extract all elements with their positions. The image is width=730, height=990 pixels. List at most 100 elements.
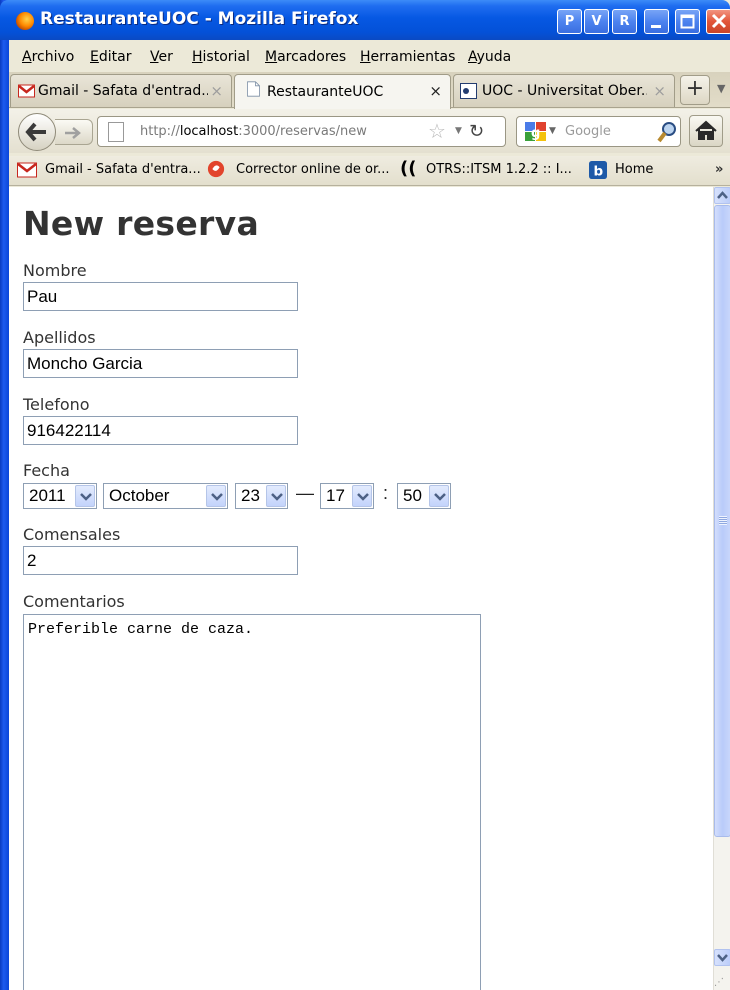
time-separator: :	[383, 483, 389, 503]
fecha-minute-select[interactable]: 50	[397, 483, 451, 509]
apellidos-input[interactable]: Moncho Garcia	[23, 349, 298, 378]
tab-gmail[interactable]: Gmail - Safata d'entrad... ×	[10, 74, 232, 107]
chevron-up-icon	[717, 191, 728, 199]
gmail-icon	[17, 162, 37, 178]
chevron-down-icon[interactable]	[352, 485, 372, 507]
reload-icon[interactable]: ↻	[469, 121, 484, 142]
tab-list-dropdown-icon[interactable]: ▼	[717, 82, 725, 95]
fecha-year-value: 2011	[29, 486, 66, 505]
r-addon-button[interactable]: R	[612, 9, 637, 34]
chevron-down-icon[interactable]	[266, 485, 286, 507]
menu-herramientas[interactable]: Herramientas	[360, 49, 455, 65]
navigation-bar: http://localhost:3000/reservas/new ☆ ▼ ↻…	[9, 109, 730, 153]
search-icon[interactable]	[657, 121, 677, 143]
scroll-down-button[interactable]	[714, 949, 730, 966]
minimize-button[interactable]	[644, 9, 669, 34]
bookmarks-toolbar: Gmail - Safata d'entra... Corrector onli…	[9, 156, 730, 186]
menu-archivo[interactable]: Archivo	[22, 49, 74, 65]
svg-text:g: g	[531, 126, 540, 141]
fecha-hour-select[interactable]: 17	[320, 483, 374, 509]
bookmark-otrs[interactable]: OTRS::ITSM 1.2.2 :: I...	[426, 162, 572, 177]
tab-label: UOC - Universitat Ober...	[482, 83, 647, 99]
bookmark-gmail[interactable]: Gmail - Safata d'entra...	[45, 162, 201, 177]
menu-ayuda[interactable]: Ayuda	[468, 49, 511, 65]
tab-close-icon[interactable]: ×	[429, 82, 442, 100]
google-icon: g	[525, 122, 546, 141]
fecha-day-select[interactable]: 23	[235, 483, 288, 509]
tab-restauranteuoc[interactable]: RestauranteUOC ×	[234, 74, 451, 109]
bookmark-star-icon[interactable]: ☆	[428, 119, 446, 143]
comensales-label: Comensales	[23, 525, 121, 544]
url-bar[interactable]: http://localhost:3000/reservas/new ☆ ▼ ↻	[97, 116, 506, 147]
bookmark-corrector[interactable]: Corrector online de or...	[236, 162, 390, 177]
fecha-minute-value: 50	[403, 486, 422, 505]
tab-bar: Gmail - Safata d'entrad... × Restaurante…	[9, 72, 730, 109]
home-button[interactable]	[689, 115, 723, 147]
resize-grip-icon[interactable]: ⋰	[714, 977, 724, 988]
minimize-icon	[651, 25, 661, 28]
chevron-down-icon[interactable]	[75, 485, 95, 507]
chevron-down-icon	[717, 954, 728, 962]
svg-text:b: b	[594, 163, 604, 179]
url-text[interactable]: http://localhost:3000/reservas/new	[140, 124, 367, 139]
bookmark-home[interactable]: Home	[615, 162, 653, 177]
browser-window: RestauranteUOC - Mozilla Firefox P V R A…	[0, 0, 730, 990]
comentarios-textarea[interactable]: Preferible carne de caza.	[23, 614, 481, 990]
nombre-input[interactable]: Pau	[23, 282, 298, 311]
new-tab-button[interactable]: +	[680, 75, 710, 105]
p-addon-button[interactable]: P	[557, 9, 582, 34]
tab-label: Gmail - Safata d'entrad...	[38, 83, 208, 99]
menu-editar[interactable]: Editar	[90, 49, 131, 65]
tab-label: RestauranteUOC	[267, 84, 384, 100]
apellidos-label: Apellidos	[23, 328, 96, 347]
tab-uoc[interactable]: UOC - Universitat Ober... ×	[453, 74, 675, 107]
forward-arrow-icon	[65, 127, 81, 139]
menu-historial[interactable]: Historial	[192, 49, 250, 65]
home-icon	[695, 120, 717, 140]
uoc-icon	[460, 83, 477, 99]
forward-button[interactable]	[55, 119, 93, 145]
tab-close-icon[interactable]: ×	[653, 82, 666, 100]
fecha-hour-value: 17	[326, 486, 345, 505]
menu-ver[interactable]: Ver	[150, 49, 173, 65]
firefox-icon	[16, 12, 34, 30]
search-input[interactable]: Google	[565, 124, 611, 139]
chevron-down-icon[interactable]	[206, 485, 226, 507]
maximize-icon	[680, 14, 695, 29]
back-button[interactable]	[18, 113, 56, 151]
search-engine-dropdown-icon[interactable]: ▼	[549, 126, 556, 136]
maximize-button[interactable]	[675, 9, 700, 34]
chevron-down-icon[interactable]	[429, 485, 449, 507]
corrector-icon	[207, 160, 225, 178]
back-arrow-icon	[25, 122, 46, 142]
more-bookmarks-chevron-icon[interactable]: »	[715, 162, 723, 177]
page-icon	[108, 122, 124, 142]
fecha-year-select[interactable]: 2011	[23, 483, 97, 509]
telefono-label: Telefono	[23, 395, 90, 414]
fecha-month-value: October	[109, 486, 170, 505]
menu-marcadores[interactable]: Marcadores	[265, 49, 346, 65]
window-frame-left	[0, 0, 9, 990]
scrollbar-thumb[interactable]	[714, 205, 730, 837]
tab-close-icon[interactable]: ×	[210, 82, 223, 100]
vertical-scrollbar[interactable]	[713, 187, 730, 990]
search-bar[interactable]: g ▼ Google	[516, 116, 681, 147]
fecha-month-select[interactable]: October	[103, 483, 228, 509]
comensales-input[interactable]: 2	[23, 546, 298, 575]
window-title: RestauranteUOC - Mozilla Firefox	[40, 9, 359, 29]
menu-bar: Archivo Editar Ver Historial Marcadores …	[9, 44, 730, 71]
nombre-label: Nombre	[23, 261, 87, 280]
history-dropdown-icon[interactable]: ▼	[455, 126, 462, 136]
close-icon	[711, 13, 727, 29]
close-window-button[interactable]	[706, 9, 730, 34]
date-time-separator: —	[296, 483, 314, 503]
fecha-label: Fecha	[23, 461, 70, 480]
home-b-icon: b	[589, 161, 607, 179]
scrollbar-grip	[719, 516, 727, 525]
telefono-input[interactable]: 916422114	[23, 416, 298, 445]
title-bar[interactable]: RestauranteUOC - Mozilla Firefox P V R	[0, 0, 730, 40]
scroll-up-button[interactable]	[714, 187, 730, 204]
page-content: New reserva Nombre Pau Apellidos Moncho …	[9, 187, 713, 990]
page-icon	[247, 81, 260, 97]
v-addon-button[interactable]: V	[584, 9, 609, 34]
